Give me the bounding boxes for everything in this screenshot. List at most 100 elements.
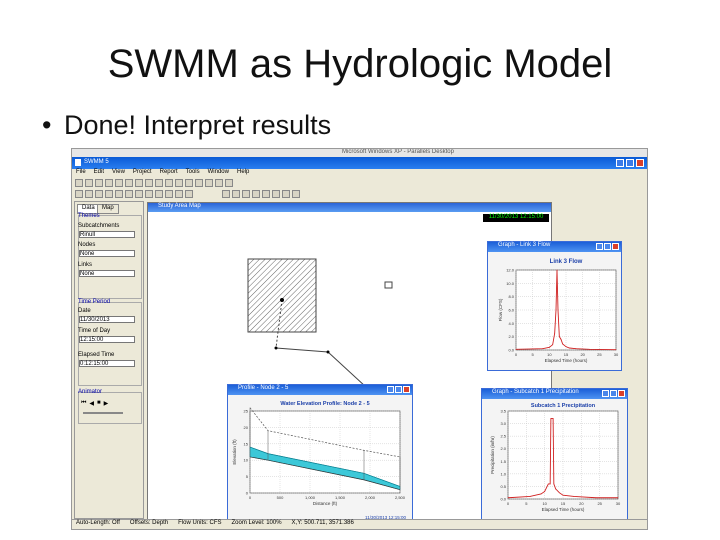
pump-icon[interactable] (145, 190, 153, 198)
precip-point (550, 418, 552, 419)
y-tick-label: 12.0 (506, 268, 515, 273)
menu-tools[interactable]: Tools (186, 169, 200, 178)
vertex-icon[interactable] (232, 190, 240, 198)
y-tick-label: 3.0 (500, 421, 506, 426)
y-axis-label: Precipitation (in/hr) (490, 436, 495, 474)
bolt-icon[interactable] (155, 179, 163, 187)
tab-map[interactable]: Map (97, 204, 119, 214)
select-icon[interactable] (222, 190, 230, 198)
query-icon[interactable] (135, 179, 143, 187)
speed-slider[interactable] (83, 412, 123, 414)
y-tick-label: 1.0 (500, 471, 506, 476)
stats-icon[interactable] (205, 179, 213, 187)
status-auto-length[interactable]: Auto-Length: Off (76, 520, 120, 529)
conduit-icon[interactable] (135, 190, 143, 198)
link-flow-chart: Link 3 Flow 0 5 10 15 20 25 30 0.0 2.0 4.0 6.0 8.0 10… (498, 259, 619, 363)
options-icon[interactable] (215, 179, 223, 187)
new-icon[interactable] (75, 179, 83, 187)
full-extent-icon[interactable] (282, 190, 290, 198)
conduit-links[interactable] (275, 347, 367, 388)
zoom-in-icon[interactable] (262, 190, 270, 198)
zoom-out-icon[interactable] (272, 190, 280, 198)
node-2[interactable] (274, 346, 278, 350)
x-tick-label: 25 (597, 352, 602, 357)
time-series-icon[interactable] (175, 179, 183, 187)
find-icon[interactable] (125, 179, 133, 187)
subcatchment-icon[interactable] (85, 190, 93, 198)
maximize-button[interactable] (626, 159, 634, 167)
subcatchment-1[interactable] (247, 258, 317, 333)
graph-minimize-button[interactable] (602, 390, 609, 397)
flow-point (552, 344, 554, 346)
outlet-icon[interactable] (175, 190, 183, 198)
arrange-icon[interactable] (225, 179, 233, 187)
divider-icon[interactable] (115, 190, 123, 198)
graph-maximize-button[interactable] (604, 243, 611, 250)
links-select[interactable]: None (79, 270, 135, 277)
menu-report[interactable]: Report (160, 169, 178, 178)
subcatchments-select[interactable]: Rinull (79, 231, 135, 238)
measure-icon[interactable] (292, 190, 300, 198)
graph-minimize-button[interactable] (596, 243, 603, 250)
node-1[interactable] (280, 298, 284, 302)
graph-close-button[interactable] (403, 386, 410, 393)
y-tick-label: 6.0 (508, 308, 514, 313)
scatter-icon[interactable] (185, 179, 193, 187)
x-tick-label: 25 (597, 501, 602, 506)
graph-close-button[interactable] (612, 243, 619, 250)
menu-file[interactable]: File (76, 169, 86, 178)
host-window-title: Microsoft Windows XP - Parallels Desktop (342, 149, 454, 155)
run-icon[interactable] (145, 179, 153, 187)
flow-point (554, 332, 556, 334)
time-period-header: Time Period (78, 299, 111, 305)
pan-icon[interactable] (252, 190, 260, 198)
date-select[interactable]: 11/30/2013 (79, 316, 135, 323)
precip-point (549, 483, 551, 485)
graph-maximize-button[interactable] (395, 386, 402, 393)
menu-edit[interactable]: Edit (94, 169, 104, 178)
menu-project[interactable]: Project (133, 169, 152, 178)
flow-point (560, 338, 562, 340)
text-icon[interactable] (185, 190, 193, 198)
y-tick-label: 0.0 (508, 348, 514, 353)
graph-close-button[interactable] (618, 390, 625, 397)
copy-icon[interactable] (115, 179, 123, 187)
save-icon[interactable] (95, 179, 103, 187)
profile-window-title: Profile - Node 2 - 5 (238, 385, 289, 391)
weir-icon[interactable] (165, 190, 173, 198)
orifice-icon[interactable] (155, 190, 163, 198)
y-axis-label: Flow (CFS) (498, 298, 503, 321)
junction-icon[interactable] (95, 190, 103, 198)
menu-view[interactable]: View (112, 169, 125, 178)
graph-minimize-button[interactable] (387, 386, 394, 393)
chart-title: Link 3 Flow (550, 259, 583, 265)
precip-point (595, 497, 597, 499)
table-icon[interactable] (195, 179, 203, 187)
graph-maximize-button[interactable] (610, 390, 617, 397)
close-button[interactable] (636, 159, 644, 167)
water-elevation-profile-chart: Water Elevation Profile: Node 2 - 5 0 500 1… (232, 401, 406, 520)
time-of-day-select[interactable]: 12:15:00 (79, 336, 135, 343)
y-axis-label: Elevation (ft) (232, 439, 237, 465)
region-icon[interactable] (242, 190, 250, 198)
status-offsets[interactable]: Offsets: Depth (130, 520, 168, 529)
outfall-icon[interactable] (105, 190, 113, 198)
minimize-button[interactable] (616, 159, 624, 167)
rain-gage-icon[interactable] (384, 281, 393, 289)
open-icon[interactable] (85, 179, 93, 187)
print-icon[interactable] (105, 179, 113, 187)
time-period-group (78, 302, 142, 386)
nodes-select[interactable]: None (79, 250, 135, 257)
profile-icon[interactable] (165, 179, 173, 187)
elapsed-time-select[interactable]: 0:12:15:00 (79, 360, 135, 367)
menu-window[interactable]: Window (208, 169, 229, 178)
node-3[interactable] (326, 350, 330, 354)
menu-help[interactable]: Help (237, 169, 249, 178)
storage-icon[interactable] (125, 190, 133, 198)
stop-icon[interactable]: ■ (97, 400, 101, 407)
rewind-icon[interactable]: ⏮ (81, 400, 86, 407)
play-icon[interactable]: ▶ (104, 400, 109, 407)
rain-gage-icon[interactable] (75, 190, 83, 198)
back-icon[interactable]: ◀ (89, 400, 94, 407)
themes-header: Themes (78, 213, 100, 219)
